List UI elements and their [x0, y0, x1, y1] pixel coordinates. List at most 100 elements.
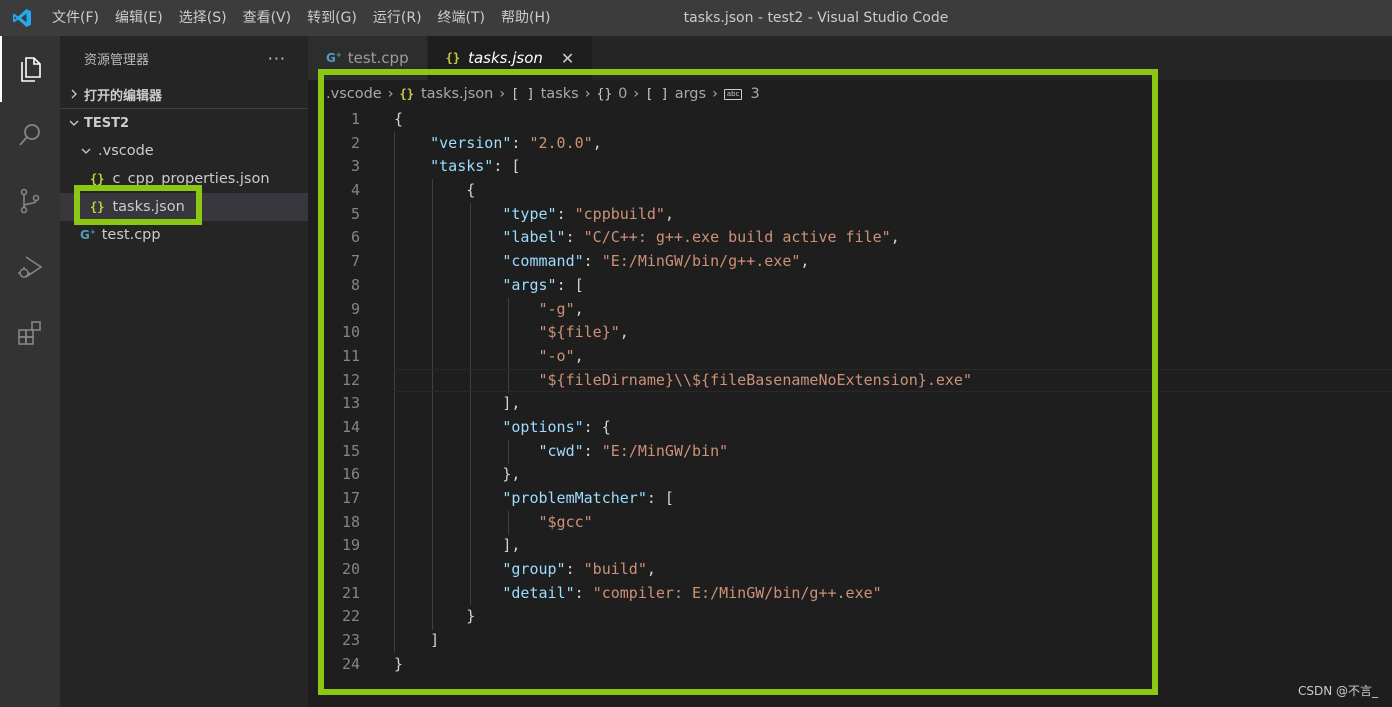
code-line[interactable]: 7 "command": "E:/MinGW/bin/g++.exe",	[308, 250, 1392, 274]
extensions-icon[interactable]	[0, 300, 60, 366]
line-text: "${file}",	[538, 323, 629, 342]
code-line[interactable]: 19 ],	[308, 534, 1392, 558]
menu-help[interactable]: 帮助(H)	[493, 0, 558, 36]
search-icon[interactable]	[0, 102, 60, 168]
tree-item-tasks-json[interactable]: {} tasks.json	[60, 193, 308, 221]
menu-terminal[interactable]: 终端(T)	[430, 0, 493, 36]
chevron-right-icon: ›	[712, 86, 718, 102]
breadcrumb-index[interactable]: 0	[618, 86, 627, 102]
tab-tasks-json[interactable]: {} tasks.json ✕	[427, 36, 594, 80]
code-line[interactable]: 4 {	[308, 179, 1392, 203]
tab-test-cpp[interactable]: G+ test.cpp	[308, 36, 428, 80]
line-text: "options": {	[502, 417, 611, 436]
tree-item-label: test.cpp	[101, 227, 161, 243]
menu-file[interactable]: 文件(F)	[44, 0, 107, 36]
code-line[interactable]: 6 "label": "C/C++: g++.exe build active …	[308, 226, 1392, 250]
object-icon: {}	[596, 86, 613, 102]
line-text: "$gcc"	[538, 512, 593, 531]
code-line[interactable]: 9 "-g",	[308, 298, 1392, 322]
menu-selection[interactable]: 选择(S)	[171, 0, 235, 36]
line-number: 8	[350, 275, 360, 294]
line-text: ]	[394, 631, 440, 650]
code-line[interactable]: 22 }	[308, 605, 1392, 629]
menu-edit[interactable]: 编辑(E)	[107, 0, 171, 36]
line-text: "command": "E:/MinGW/bin/g++.exe",	[502, 252, 810, 271]
breadcrumb-args[interactable]: args	[675, 86, 706, 102]
tree-item-c-cpp-properties[interactable]: {} c_cpp_properties.json	[60, 165, 308, 193]
line-text: "-o",	[538, 346, 584, 365]
more-actions-icon[interactable]: ···	[268, 49, 286, 68]
code-line[interactable]: 17 "problemMatcher": [	[308, 487, 1392, 511]
line-text: "label": "C/C++: g++.exe build active fi…	[502, 228, 900, 247]
code-line[interactable]: 20 "group": "build",	[308, 558, 1392, 582]
breadcrumb-file[interactable]: tasks.json	[421, 86, 493, 102]
explorer-icon[interactable]	[0, 36, 60, 102]
string-icon: abc	[723, 88, 743, 100]
code-line[interactable]: 3 "tasks": [	[308, 155, 1392, 179]
code-line[interactable]: 21 "detail": "compiler: E:/MinGW/bin/g++…	[308, 582, 1392, 606]
line-number: 15	[341, 441, 360, 460]
code-line[interactable]: 23 ]	[308, 629, 1392, 653]
breadcrumb-item[interactable]: 3	[750, 86, 759, 102]
menu-go[interactable]: 转到(G)	[299, 0, 365, 36]
code-line[interactable]: 16 },	[308, 463, 1392, 487]
code-line[interactable]: 8 "args": [	[308, 274, 1392, 298]
section-open-editors[interactable]: 打开的编辑器	[60, 80, 308, 108]
line-text: "problemMatcher": [	[502, 489, 674, 507]
run-debug-icon[interactable]	[0, 234, 60, 300]
code-line[interactable]: 10 "${file}",	[308, 321, 1392, 345]
cpp-file-icon: G+	[326, 51, 342, 65]
json-file-icon: {}	[90, 172, 105, 186]
code-line[interactable]: 5 "type": "cppbuild",	[308, 203, 1392, 227]
breadcrumb-tasks[interactable]: tasks	[541, 86, 579, 102]
line-text: "${fileDirname}\\${fileBasenameNoExtensi…	[538, 370, 972, 389]
tab-label: test.cpp	[347, 49, 409, 67]
menu-run[interactable]: 运行(R)	[365, 0, 430, 36]
tree-item-label: .vscode	[98, 143, 154, 159]
activity-bar	[0, 36, 60, 707]
menu-view[interactable]: 查看(V)	[235, 0, 300, 36]
line-number: 13	[341, 394, 360, 413]
open-editors-label: 打开的编辑器	[84, 88, 163, 104]
line-text: "args": [	[502, 275, 584, 294]
code-line[interactable]: 1{	[308, 108, 1392, 132]
line-text: "-g",	[538, 299, 584, 318]
line-text: }	[394, 607, 476, 626]
tree-item-vscode-folder[interactable]: .vscode	[60, 137, 308, 165]
code-line[interactable]: 18 "$gcc"	[308, 511, 1392, 535]
chevron-right-icon: ›	[584, 86, 591, 102]
line-number: 23	[341, 631, 360, 650]
sidebar-title: 资源管理器	[84, 52, 150, 68]
title-bar: 文件(F) 编辑(E) 选择(S) 查看(V) 转到(G) 运行(R) 终端(T…	[0, 0, 1392, 36]
code-line[interactable]: 24}	[308, 653, 1392, 677]
line-number: 22	[341, 607, 360, 626]
code-line[interactable]: 11 "-o",	[308, 345, 1392, 369]
array-icon: [ ]	[645, 86, 669, 102]
code-line[interactable]: 2 "version": "2.0.0",	[308, 132, 1392, 156]
close-icon[interactable]: ✕	[561, 49, 574, 68]
chevron-down-icon	[66, 118, 82, 128]
line-text: "cwd": "E:/MinGW/bin"	[538, 441, 729, 460]
code-line[interactable]: 13 ],	[308, 392, 1392, 416]
code-line[interactable]: 14 "options": {	[308, 416, 1392, 440]
line-text: }	[394, 654, 404, 673]
line-number: 6	[350, 228, 360, 247]
chevron-right-icon: ›	[499, 86, 506, 102]
section-folder[interactable]: TEST2	[60, 109, 308, 137]
code-line[interactable]: 12 "${fileDirname}\\${fileBasenameNoExte…	[308, 368, 1392, 393]
tree-item-label: tasks.json	[112, 199, 185, 215]
editor-tabs: G+ test.cpp {} tasks.json ✕	[308, 36, 1392, 80]
line-number: 17	[341, 489, 360, 507]
line-number: 14	[341, 417, 360, 436]
source-control-icon[interactable]	[0, 168, 60, 234]
line-number: 4	[350, 181, 360, 200]
tree-item-test-cpp[interactable]: G+ test.cpp	[60, 221, 308, 249]
code-area[interactable]: 1{2 "version": "2.0.0", 3 "tasks": [4 {5 …	[308, 108, 1392, 677]
line-text: "detail": "compiler: E:/MinGW/bin/g++.ex…	[502, 583, 882, 602]
line-number: 9	[350, 299, 360, 318]
line-text: {	[394, 181, 476, 200]
breadcrumb-folder[interactable]: .vscode	[326, 86, 382, 102]
code-line[interactable]: 15 "cwd": "E:/MinGW/bin"	[308, 440, 1392, 464]
chevron-right-icon: ›	[387, 86, 394, 102]
line-text: "tasks": [	[430, 157, 521, 176]
